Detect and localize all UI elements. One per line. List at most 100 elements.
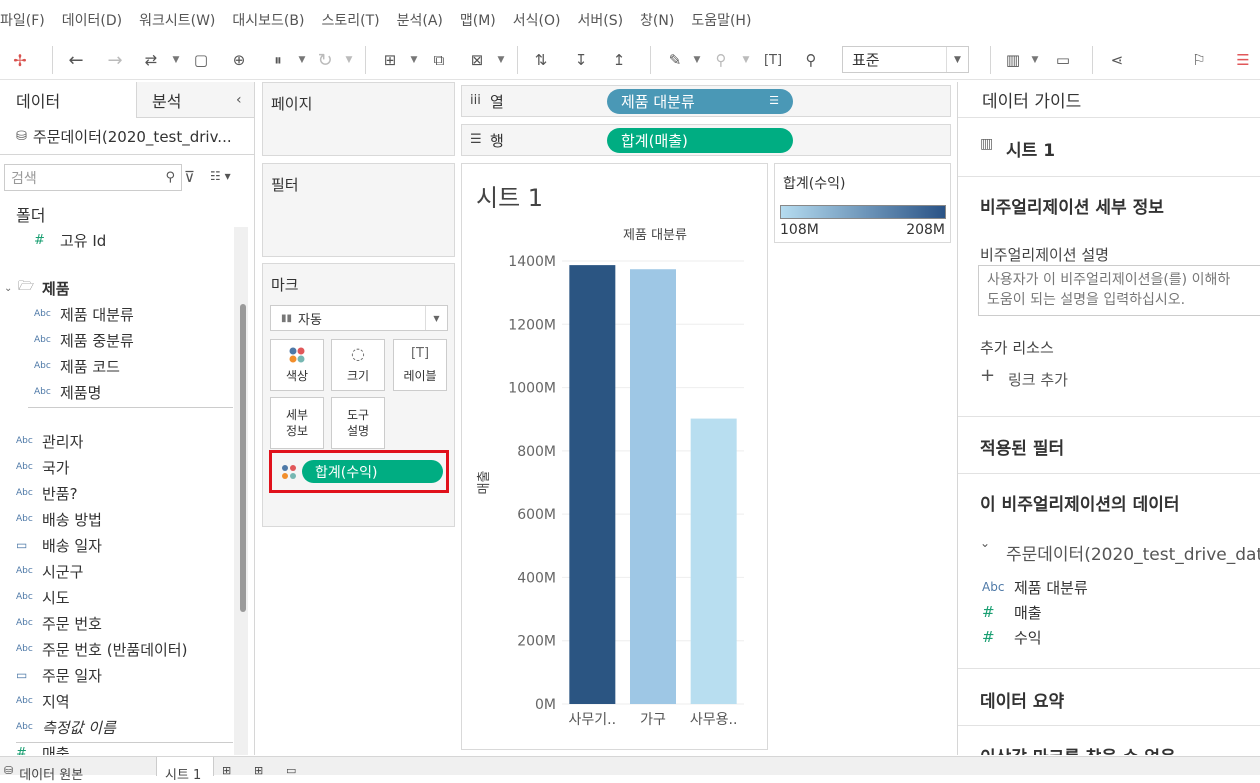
pin-icon[interactable]: ⚲: [800, 48, 822, 72]
menu-map[interactable]: 맵(M): [460, 10, 496, 30]
show-me-icon[interactable]: ▥: [1002, 48, 1024, 72]
add-link-button[interactable]: 링크 추가: [1008, 369, 1068, 390]
pages-card[interactable]: 페이지: [262, 82, 455, 156]
field-product-category[interactable]: Abc 제품 대분류: [34, 302, 134, 326]
text-format-icon[interactable]: ☰: [1228, 48, 1258, 72]
field-item[interactable]: Abc 반품?: [16, 481, 78, 505]
field-product-code[interactable]: Abc 제품 코드: [34, 354, 120, 378]
chevron-down-icon[interactable]: ▼: [742, 48, 750, 72]
sort-asc-icon[interactable]: ↧: [570, 48, 592, 72]
share-icon[interactable]: ⋖: [1106, 48, 1128, 72]
tab-sheet-1[interactable]: 시트 1: [156, 757, 214, 783]
field-product-subcategory[interactable]: Abc 제품 중분류: [34, 328, 134, 352]
new-worksheet-icon[interactable]: ⊞: [222, 757, 231, 777]
scrollbar-thumb[interactable]: [240, 304, 246, 612]
guide-datasource[interactable]: 주문데이터(2020_test_drive_data: [1006, 540, 1260, 565]
duplicate-icon[interactable]: ⧉: [428, 48, 450, 72]
field-item[interactable]: Abc 관리자: [16, 429, 83, 453]
chevron-down-icon[interactable]: ▼: [298, 48, 306, 72]
menu-server[interactable]: 서버(S): [577, 10, 623, 30]
forward-icon[interactable]: →: [104, 48, 126, 72]
swap-icon[interactable]: ⇅: [530, 48, 552, 72]
field-product-name[interactable]: Abc 제품명: [34, 380, 101, 404]
redo-data-icon[interactable]: ⇄: [140, 48, 162, 72]
chevron-down-icon[interactable]: ▼: [345, 48, 353, 72]
field-unique-id[interactable]: # 고유 Id: [34, 228, 106, 252]
view-options-icon[interactable]: ☷ ▾: [210, 169, 231, 183]
menu-story[interactable]: 스토리(T): [321, 10, 379, 30]
new-story-icon[interactable]: ▭: [286, 757, 296, 777]
format-icon[interactable]: ⚐: [1188, 48, 1210, 72]
menu-analysis[interactable]: 분석(A): [397, 10, 443, 30]
tableau-logo-icon[interactable]: ✢: [10, 48, 30, 72]
chevron-down-icon[interactable]: ▼: [1031, 48, 1039, 72]
back-icon[interactable]: ←: [65, 48, 87, 72]
search-input[interactable]: 검색 ⚲: [4, 164, 182, 191]
tab-label: 데이터 원본: [19, 768, 84, 783]
chevron-down-icon[interactable]: ▼: [693, 48, 701, 72]
sort-desc-icon[interactable]: ↥: [608, 48, 630, 72]
rows-pill[interactable]: 합계(매출): [607, 128, 793, 153]
field-item[interactable]: Abc 측정값 이름: [16, 715, 116, 739]
filters-card[interactable]: 필터: [262, 163, 455, 257]
highlight-icon[interactable]: ✎: [664, 48, 686, 72]
marks-type-select[interactable]: ▮▮ 자동 ▼: [270, 305, 448, 331]
tab-data[interactable]: 데이터: [0, 82, 137, 118]
menu-bar: 파일(F) 데이터(D) 워크시트(W) 대시보드(B) 스토리(T) 분석(A…: [0, 0, 1260, 40]
rows-shelf[interactable]: ☰ 행 합계(매출): [461, 124, 951, 156]
menu-file[interactable]: 파일(F): [0, 10, 45, 30]
field-item[interactable]: Abc 국가: [16, 455, 70, 479]
color-button[interactable]: 색상: [270, 339, 324, 391]
tab-datasource[interactable]: ⛁ 데이터 원본: [4, 757, 83, 783]
refresh-icon[interactable]: ↻: [314, 48, 336, 72]
pause-icon[interactable]: ⏸: [267, 48, 289, 72]
collapse-icon[interactable]: ‹: [236, 92, 242, 108]
field-item[interactable]: Abc 주문 번호: [16, 611, 102, 635]
menu-format[interactable]: 서식(O): [513, 10, 561, 30]
clear-icon[interactable]: ⊠: [466, 48, 488, 72]
field-item[interactable]: ▭ 배송 일자: [16, 533, 102, 557]
columns-pill[interactable]: 제품 대분류 ☰: [607, 89, 793, 114]
size-button[interactable]: ◌ 크기: [331, 339, 385, 391]
field-item[interactable]: Abc 주문 번호 (반품데이터): [16, 637, 187, 661]
plus-icon[interactable]: +: [980, 365, 995, 386]
marks-type-value: 자동: [298, 312, 322, 328]
field-item[interactable]: Abc 배송 방법: [16, 507, 102, 531]
chevron-down-icon[interactable]: ▼: [410, 48, 418, 72]
search-placeholder: 검색: [11, 170, 37, 187]
field-item[interactable]: ▭ 주문 일자: [16, 663, 102, 687]
chevron-down-icon[interactable]: ▼: [497, 48, 505, 72]
presentation-icon[interactable]: ▭: [1052, 48, 1074, 72]
datasource-item[interactable]: ⛁ 주문데이터(2020_test_driv...: [16, 126, 232, 147]
viz-description-input[interactable]: 사용자가 이 비주얼리제이션을(를) 이해하 도움이 되는 설명을 입력하십시오…: [978, 265, 1260, 316]
fit-select[interactable]: 표준 ▼: [842, 46, 969, 73]
field-item[interactable]: Abc 지역: [16, 689, 70, 713]
chevron-down-icon[interactable]: ⌄: [980, 536, 990, 550]
label-icon[interactable]: [T]: [762, 48, 784, 72]
menu-help[interactable]: 도움말(H): [691, 10, 751, 30]
columns-shelf[interactable]: iii 열 제품 대분류 ☰: [461, 85, 951, 117]
tooltip-button[interactable]: 도구 설명: [331, 397, 385, 449]
menu-window[interactable]: 창(N): [640, 10, 674, 30]
new-dashboard-icon[interactable]: ⊞: [254, 757, 263, 777]
sheet-icon: ▥: [980, 136, 994, 152]
filter-icon[interactable]: ⊽: [184, 168, 195, 186]
calendar-icon: ▭: [16, 538, 28, 552]
field-label: 지역: [42, 692, 70, 711]
menu-dashboard[interactable]: 대시보드(B): [232, 10, 304, 30]
detail-button[interactable]: 세부 정보: [270, 397, 324, 449]
label-button[interactable]: [T] 레이블: [393, 339, 447, 391]
new-datasource-icon[interactable]: ⊕: [228, 48, 250, 72]
field-item[interactable]: Abc 시군구: [16, 559, 83, 583]
new-sheet-icon[interactable]: ⊞: [378, 48, 402, 72]
save-icon[interactable]: ▢: [190, 48, 212, 72]
field-item[interactable]: Abc 시도: [16, 585, 70, 609]
field-item[interactable]: # 매출: [16, 741, 70, 756]
menu-data[interactable]: 데이터(D): [62, 10, 122, 30]
chevron-down-icon[interactable]: ▼: [172, 48, 180, 72]
color-field-pill[interactable]: 합계(수익): [302, 460, 443, 483]
string-icon: Abc: [16, 462, 33, 472]
folder-product[interactable]: ⌄ 🗁 제품: [4, 276, 70, 300]
menu-worksheet[interactable]: 워크시트(W): [139, 10, 215, 30]
group-icon[interactable]: ⚲: [710, 48, 732, 72]
